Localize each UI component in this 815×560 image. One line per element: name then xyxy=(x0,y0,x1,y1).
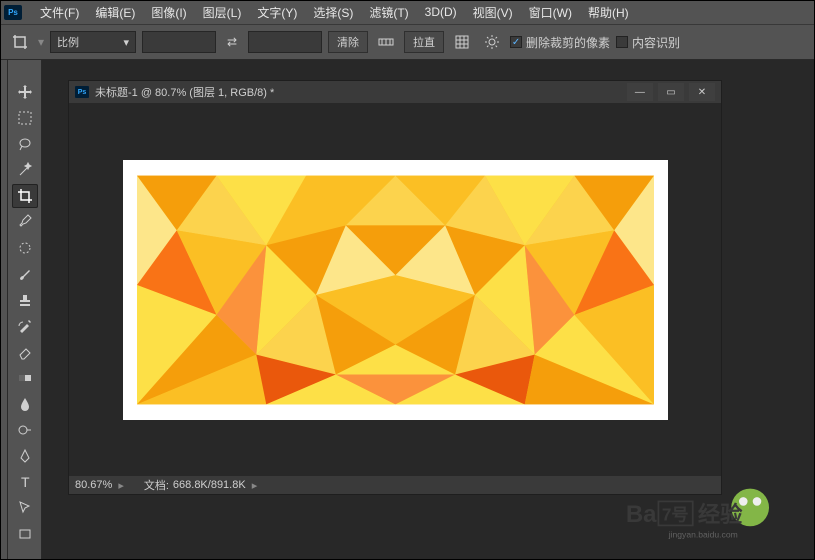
straighten-icon[interactable] xyxy=(374,31,398,53)
gradient-tool[interactable] xyxy=(12,366,38,390)
healing-tool[interactable] xyxy=(12,236,38,260)
watermark: Ba 7号 经验 jingyan.baidu.com xyxy=(613,486,793,546)
menu-filter[interactable]: 滤镜(T) xyxy=(361,1,416,24)
svg-text:经验: 经验 xyxy=(698,501,743,527)
ps-logo: Ps xyxy=(4,5,22,20)
delete-crop-checkbox[interactable]: ✓ 删除裁剪的像素 xyxy=(510,34,610,51)
menu-bar: Ps 文件(F) 编辑(E) 图像(I) 图层(L) 文字(Y) 选择(S) 滤… xyxy=(0,0,815,24)
ps-icon: Ps xyxy=(75,86,89,98)
close-button[interactable]: ✕ xyxy=(689,83,715,101)
menu-help[interactable]: 帮助(H) xyxy=(580,1,637,24)
lasso-tool[interactable] xyxy=(12,132,38,156)
chevron-down-icon: ▾ xyxy=(124,36,130,49)
straighten-button[interactable]: 拉直 xyxy=(404,31,444,53)
docinfo-value: 668.8K/891.8K xyxy=(173,479,246,491)
stamp-tool[interactable] xyxy=(12,288,38,312)
eyedropper-tool[interactable] xyxy=(12,210,38,234)
menu-3d[interactable]: 3D(D) xyxy=(417,2,465,22)
grid-icon[interactable] xyxy=(450,31,474,53)
options-bar: ▾ 比例 ▾ ⇄ 清除 拉直 ✓ 删除裁剪的像素 内容识别 xyxy=(0,24,815,60)
menu-file[interactable]: 文件(F) xyxy=(32,1,87,24)
menu-image[interactable]: 图像(I) xyxy=(143,1,194,24)
toolbox: T xyxy=(8,60,42,560)
chevron-right-icon[interactable]: ▸ xyxy=(118,479,124,492)
svg-text:jingyan.baidu.com: jingyan.baidu.com xyxy=(668,529,738,539)
marquee-tool[interactable] xyxy=(12,106,38,130)
menu-view[interactable]: 视图(V) xyxy=(465,1,521,24)
swap-icon[interactable]: ⇄ xyxy=(222,35,242,49)
rectangle-tool[interactable] xyxy=(12,522,38,546)
zoom-level[interactable]: 80.67% xyxy=(75,479,112,491)
document-titlebar[interactable]: Ps 未标题-1 @ 80.7% (图层 1, RGB/8) * — ▭ ✕ xyxy=(69,81,721,103)
type-tool[interactable]: T xyxy=(12,470,38,494)
canvas[interactable] xyxy=(123,160,668,420)
svg-text:Ba: Ba xyxy=(626,501,657,528)
checkbox-icon xyxy=(616,36,628,48)
checkbox-icon: ✓ xyxy=(510,36,522,48)
delete-crop-label: 删除裁剪的像素 xyxy=(526,34,610,51)
artwork-polygon xyxy=(137,174,654,406)
height-field[interactable] xyxy=(248,31,322,53)
content-aware-label: 内容识别 xyxy=(632,34,680,51)
pen-tool[interactable] xyxy=(12,444,38,468)
chevron-right-icon[interactable]: ▸ xyxy=(252,479,258,492)
move-tool[interactable] xyxy=(12,80,38,104)
eraser-tool[interactable] xyxy=(12,340,38,364)
menu-select[interactable]: 选择(S) xyxy=(305,1,361,24)
history-brush-tool[interactable] xyxy=(12,314,38,338)
minimize-button[interactable]: — xyxy=(627,83,653,101)
svg-text:T: T xyxy=(21,474,30,490)
workspace: T Ps 未标题-1 @ 80.7% (图层 1, RGB/8) * — ▭ ✕ xyxy=(0,60,815,560)
menu-window[interactable]: 窗口(W) xyxy=(521,1,580,24)
clear-button[interactable]: 清除 xyxy=(328,31,368,53)
path-select-tool[interactable] xyxy=(12,496,38,520)
width-field[interactable] xyxy=(142,31,216,53)
chevron-down-icon: ▾ xyxy=(38,35,44,49)
magic-wand-tool[interactable] xyxy=(12,158,38,182)
content-aware-checkbox[interactable]: 内容识别 xyxy=(616,34,680,51)
document-window: Ps 未标题-1 @ 80.7% (图层 1, RGB/8) * — ▭ ✕ xyxy=(68,80,722,495)
docinfo-label: 文档: xyxy=(144,477,169,493)
crop-tool-icon xyxy=(8,30,32,54)
document-title: 未标题-1 @ 80.7% (图层 1, RGB/8) * xyxy=(95,84,274,100)
menu-edit[interactable]: 编辑(E) xyxy=(87,1,143,24)
gear-icon[interactable] xyxy=(480,31,504,53)
svg-text:7号: 7号 xyxy=(662,504,689,524)
maximize-button[interactable]: ▭ xyxy=(658,83,684,101)
crop-tool[interactable] xyxy=(12,184,38,208)
canvas-viewport[interactable] xyxy=(69,103,721,476)
ratio-dropdown-label: 比例 xyxy=(57,34,79,50)
ratio-dropdown[interactable]: 比例 ▾ xyxy=(50,31,136,53)
menu-type[interactable]: 文字(Y) xyxy=(249,1,305,24)
menu-layer[interactable]: 图层(L) xyxy=(195,1,250,24)
panel-strip[interactable] xyxy=(0,60,8,560)
dodge-tool[interactable] xyxy=(12,418,38,442)
blur-tool[interactable] xyxy=(12,392,38,416)
brush-tool[interactable] xyxy=(12,262,38,286)
document-area: Ps 未标题-1 @ 80.7% (图层 1, RGB/8) * — ▭ ✕ xyxy=(42,60,815,560)
